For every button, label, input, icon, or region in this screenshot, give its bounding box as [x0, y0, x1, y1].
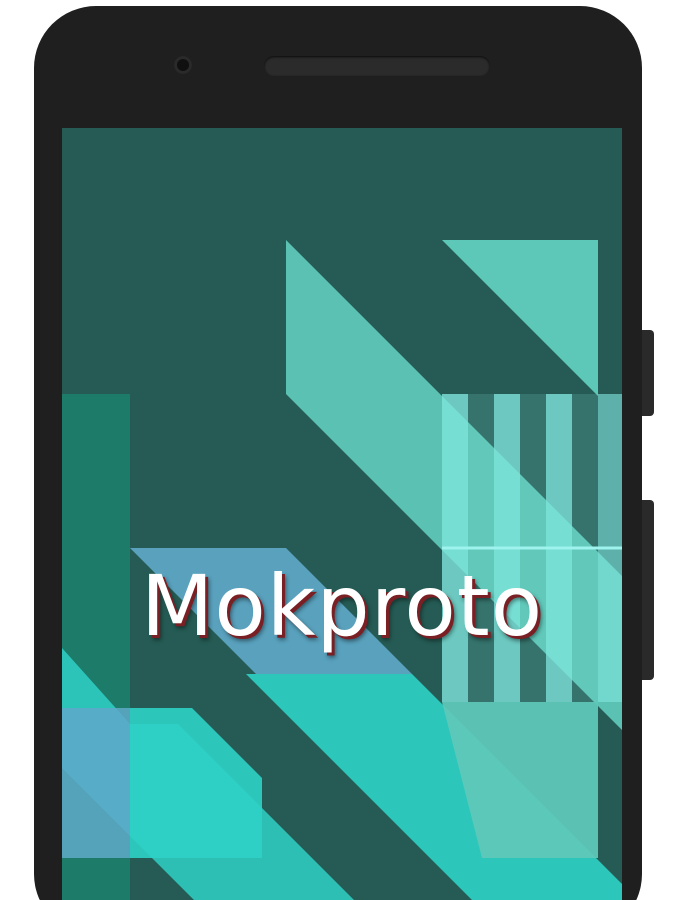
earpiece-speaker [264, 56, 490, 76]
front-camera-icon [174, 56, 192, 74]
volume-button [642, 330, 654, 416]
splash-background-art [62, 240, 622, 900]
bottom-left-tile [62, 708, 130, 858]
app-title: Mokproto [140, 557, 544, 655]
bottom-left-cyan [130, 708, 262, 858]
splash-screen: Mokproto [62, 128, 622, 900]
top-right-triangle [442, 240, 598, 396]
power-button [642, 500, 654, 680]
